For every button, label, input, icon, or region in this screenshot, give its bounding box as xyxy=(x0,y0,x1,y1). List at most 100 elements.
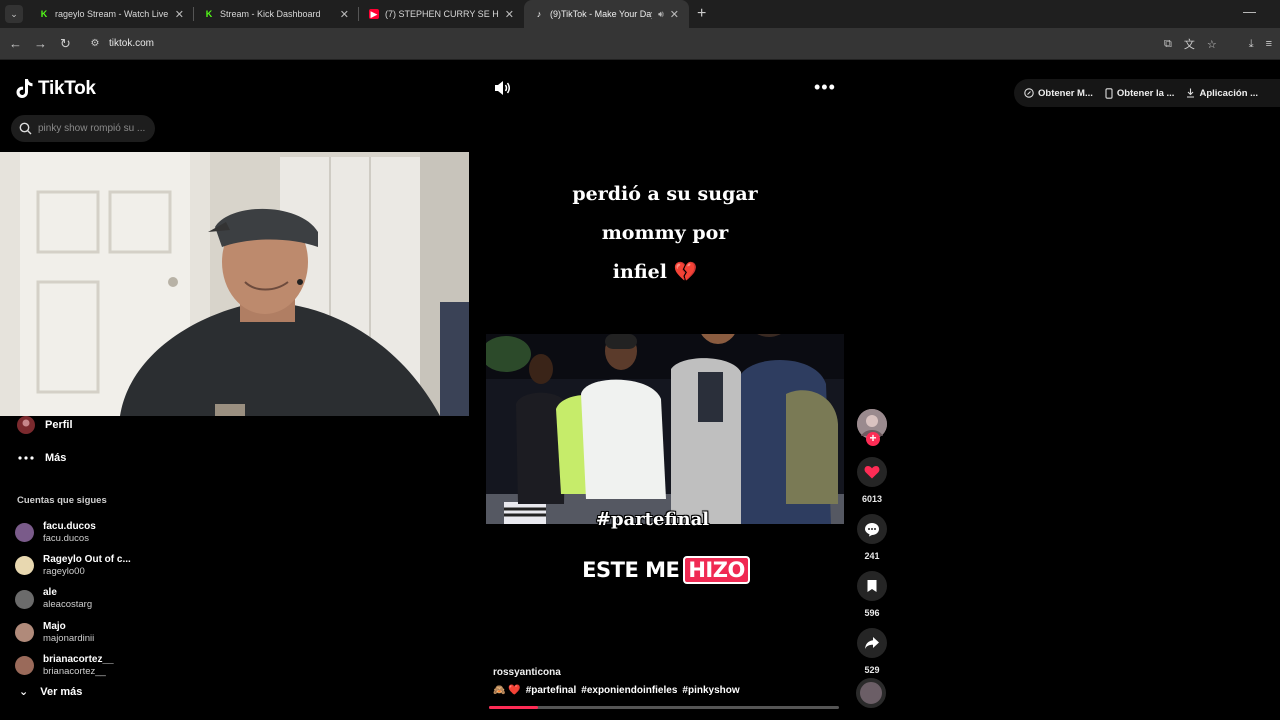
follow-plus-button[interactable]: + xyxy=(866,432,880,446)
address-bar[interactable]: ⚙ tiktok.com xyxy=(84,32,1124,56)
url-text: tiktok.com xyxy=(109,38,155,49)
more-dots-icon xyxy=(17,449,35,467)
close-icon[interactable]: ✕ xyxy=(175,8,184,21)
coin-icon xyxy=(1024,88,1034,98)
hashtag-link[interactable]: #exponiendoinfieles xyxy=(581,685,677,696)
video-action-bar: + 6013 241 596 529 xyxy=(855,409,889,675)
translate-icon[interactable]: 文 xyxy=(1184,36,1195,52)
reload-button[interactable]: ↻ xyxy=(53,36,78,52)
hashtag-link[interactable]: #pinkyshow xyxy=(682,685,739,696)
install-app-icon[interactable]: ⧉ xyxy=(1164,38,1172,51)
hashtag-link[interactable]: #partefinal xyxy=(526,685,577,696)
desktop-app-button[interactable]: Aplicación ... xyxy=(1186,88,1258,99)
back-button[interactable]: ← xyxy=(3,36,28,51)
video-scene-image xyxy=(486,334,844,524)
video-progress-bar[interactable] xyxy=(489,706,839,709)
nav-label: Más xyxy=(45,452,67,464)
top-action-bar: Obtener M... Obtener la ... Aplicación .… xyxy=(1014,79,1280,107)
account-name: Rageylo Out of c... xyxy=(43,553,131,565)
volume-icon[interactable] xyxy=(492,78,512,98)
list-item[interactable]: Majo majonardinii xyxy=(15,616,131,649)
like-button[interactable] xyxy=(857,457,887,487)
comment-action[interactable]: 241 xyxy=(855,514,889,561)
video-player[interactable]: perdió a su sugar mommy por infiel 💔 #pa… xyxy=(486,152,844,712)
desktop-app-label: Aplicación ... xyxy=(1199,87,1259,99)
browser-tab-3[interactable]: ▶ (7) STEPHEN CURRY SE HIZO V ✕ xyxy=(359,0,524,28)
search-input[interactable] xyxy=(38,123,150,134)
close-icon[interactable]: ✕ xyxy=(505,8,514,21)
creator-avatar[interactable]: + xyxy=(857,409,887,446)
kick-icon: K xyxy=(40,9,48,19)
see-more-button[interactable]: ⌄ Ver más xyxy=(19,685,82,699)
browser-toolbar: ← → ↻ ⚙ tiktok.com ⧉ 文 ☆ ⤓ ≡ xyxy=(0,28,1280,60)
bookmark-star-icon[interactable]: ☆ xyxy=(1207,38,1217,51)
phone-icon xyxy=(1105,87,1113,99)
list-item[interactable]: ale aleacostarg xyxy=(15,583,131,616)
tab-title: (7) STEPHEN CURRY SE HIZO V xyxy=(385,9,499,19)
video-caption-line: perdió a su sugar xyxy=(572,183,758,205)
description-emoji: 🙈 ❤️ xyxy=(493,685,521,696)
downloads-icon[interactable]: ⤓ xyxy=(1249,38,1254,51)
bookmark-button[interactable] xyxy=(857,571,887,601)
close-icon[interactable]: ✕ xyxy=(670,8,679,21)
get-app-button[interactable]: Obtener la ... xyxy=(1105,87,1175,99)
search-icon xyxy=(19,122,32,135)
video-caption-line: mommy por xyxy=(601,222,729,244)
browser-tab-1[interactable]: K rageylo Stream - Watch Live on ✕ xyxy=(29,0,194,28)
share-button[interactable] xyxy=(857,628,887,658)
download-icon xyxy=(1187,88,1195,98)
browser-tab-strip: ⌄ K rageylo Stream - Watch Live on ✕ K S… xyxy=(0,0,1280,28)
tab-search-button[interactable]: ⌄ xyxy=(5,5,23,23)
list-item[interactable]: Rageylo Out of c... rageylo00 xyxy=(15,549,131,582)
nav-profile[interactable]: Perfil xyxy=(17,416,73,434)
new-tab-button[interactable]: + xyxy=(697,5,706,23)
like-action[interactable]: 6013 xyxy=(855,457,889,504)
avatar xyxy=(15,556,34,576)
account-username: facu.ducos xyxy=(43,532,89,544)
list-item[interactable]: facu.ducos facu.ducos xyxy=(15,516,131,549)
webcam-overlay xyxy=(0,152,469,416)
nav-label: Perfil xyxy=(45,419,73,431)
save-count: 596 xyxy=(864,608,880,618)
avatar xyxy=(15,523,34,543)
tab-title: rageylo Stream - Watch Live on xyxy=(55,9,169,19)
browser-tab-2[interactable]: K Stream - Kick Dashboard ✕ xyxy=(194,0,359,28)
close-icon[interactable]: ✕ xyxy=(340,8,349,21)
comment-count: 241 xyxy=(864,551,880,561)
save-action[interactable]: 596 xyxy=(855,571,889,618)
tab-title: (9)TikTok - Make Your Day xyxy=(550,9,653,19)
get-coins-button[interactable]: Obtener M... xyxy=(1024,88,1093,99)
video-author[interactable]: rossyanticona xyxy=(493,667,561,678)
chevron-down-icon: ⌄ xyxy=(10,8,18,19)
account-username: aleacostarg xyxy=(43,599,93,611)
browser-tab-4-active[interactable]: ♪ (9)TikTok - Make Your Day 🔊︎ ✕ xyxy=(524,0,689,28)
video-caption-line: infiel 💔 xyxy=(612,261,698,283)
promo-highlight: HIZO xyxy=(683,556,750,584)
avatar xyxy=(15,589,34,609)
share-action[interactable]: 529 xyxy=(855,628,889,675)
avatar xyxy=(15,623,34,643)
account-username: majonardinii xyxy=(43,632,95,644)
comment-button[interactable] xyxy=(857,514,887,544)
comment-icon xyxy=(865,522,879,536)
list-item[interactable]: brianacortez__ brianacortez__ xyxy=(15,649,131,682)
video-promo-banner: ESTE ME HIZO xyxy=(486,556,844,584)
nav-more[interactable]: Más xyxy=(17,449,66,467)
site-info-icon[interactable]: ⚙ xyxy=(88,37,102,51)
reading-list-icon[interactable]: ≡ xyxy=(1266,38,1272,50)
avatar xyxy=(15,656,34,676)
search-bar[interactable] xyxy=(11,115,155,142)
tiktok-logo-icon xyxy=(16,79,33,98)
tiktok-logo[interactable]: TikTok xyxy=(16,78,96,100)
bookmark-icon xyxy=(867,580,877,592)
music-disc-icon[interactable] xyxy=(856,678,886,708)
video-progress-fill xyxy=(489,706,538,709)
tiktok-page: TikTok pinky show rompió su ... Perfil M… xyxy=(0,61,1280,720)
forward-button[interactable]: → xyxy=(28,36,53,51)
get-app-label: Obtener la ... xyxy=(1116,87,1175,99)
like-count: 6013 xyxy=(861,494,883,504)
more-options-icon[interactable]: ••• xyxy=(814,77,836,98)
window-minimize-button[interactable]: — xyxy=(1243,4,1256,19)
tab-audio-icon[interactable]: 🔊︎ xyxy=(658,9,664,20)
profile-avatar-icon xyxy=(17,416,35,434)
